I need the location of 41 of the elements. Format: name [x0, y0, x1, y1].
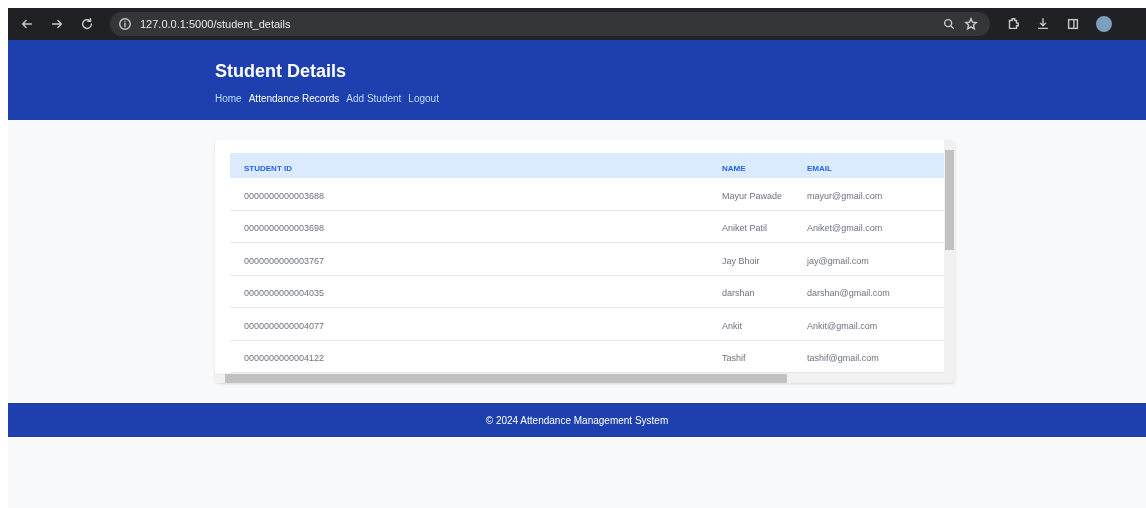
nav-link[interactable]: Home: [215, 91, 242, 106]
nav-link[interactable]: Attendance Records: [248, 91, 340, 106]
info-icon[interactable]: [118, 17, 132, 31]
table-cell: darshan@gmail.com: [807, 288, 890, 299]
forward-icon[interactable]: [50, 17, 64, 31]
vertical-scrollbar[interactable]: [944, 140, 955, 373]
back-icon[interactable]: [20, 17, 34, 31]
column-header: STUDENT ID: [244, 163, 292, 173]
sidebar-icon[interactable]: [1066, 17, 1080, 31]
zoom-icon[interactable]: [942, 17, 956, 31]
footer-text: © 2024 Attendance Management System: [485, 413, 669, 428]
table-cell: Jay Bhoir: [722, 255, 760, 266]
table-cell: 0000000000003698: [244, 223, 325, 234]
table-cell: mayur@gmail.com: [807, 190, 883, 201]
page-title: Student Details: [215, 60, 348, 82]
table-cell: tashif@gmail.com: [807, 353, 879, 364]
table-cell: Aniket@gmail.com: [807, 223, 883, 234]
column-header: NAME: [722, 163, 746, 173]
profile-avatar[interactable]: [1096, 16, 1112, 32]
column-header: EMAIL: [807, 163, 832, 173]
table-cell: 0000000000004077: [244, 320, 325, 331]
table-cell: 0000000000003688: [244, 190, 325, 201]
table-cell: 0000000000004122: [244, 353, 325, 364]
url-text: 127.0.0.1:5000/student_details: [140, 16, 291, 32]
table-cell: 0000000000003767: [244, 255, 325, 266]
nav-link[interactable]: Logout: [408, 91, 439, 106]
horizontal-scrollbar[interactable]: [215, 373, 955, 383]
table-cell: Ankit: [722, 320, 742, 331]
table-cell: Aniket Patil: [722, 223, 768, 234]
address-bar[interactable]: 127.0.0.1:5000/student_details: [110, 12, 990, 36]
nav-link[interactable]: Add Student: [346, 91, 402, 106]
table-cell: darshan: [722, 288, 755, 299]
reload-icon[interactable]: [80, 17, 94, 31]
table-cell: Ankit@gmail.com: [807, 320, 878, 331]
download-icon[interactable]: [1036, 17, 1050, 31]
extensions-icon[interactable]: [1006, 17, 1020, 31]
table-cell: 0000000000004035: [244, 288, 325, 299]
table-cell: Tashif: [722, 353, 746, 364]
table-cell: Mayur Pawade: [722, 190, 783, 201]
star-icon[interactable]: [964, 17, 978, 31]
table-cell: jay@gmail.com: [807, 255, 869, 266]
